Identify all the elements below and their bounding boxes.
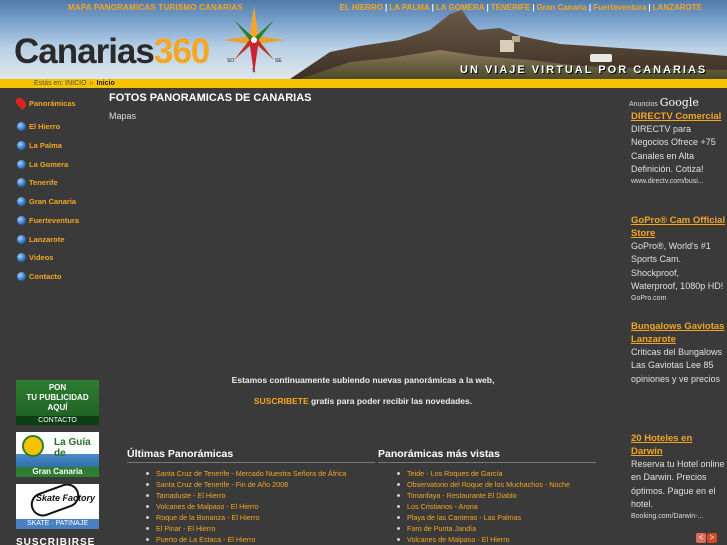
sidebar-item-lanzarote[interactable]: Lanzarote xyxy=(17,232,64,246)
subscribe-heading[interactable]: SUSCRIBIRSE xyxy=(16,537,95,545)
globe-icon xyxy=(17,177,26,187)
list-item[interactable]: Santa Cruz de Tenerife - Mercado Nuestra… xyxy=(146,468,346,479)
sidebar-item-panoramicas[interactable]: Panorámicas xyxy=(13,95,76,111)
sidebar-item-videos[interactable]: Videos xyxy=(17,250,53,264)
sidebar-item-la-gomera[interactable]: La Gomera xyxy=(17,157,68,171)
sidebar-item-gran-canaria[interactable]: Gran Canaria xyxy=(17,194,76,208)
page-title: FOTOS PANORAMICAS DE CANARIAS xyxy=(109,92,312,104)
ad-item[interactable]: GoPro® Cam Official Store GoPro®, World'… xyxy=(631,214,726,304)
ad-title-link[interactable]: DIRECTV Comercial xyxy=(631,110,726,123)
ad-description: DIRECTV para Negocios Ofrece +75 Canales… xyxy=(631,124,716,175)
banner-skate-factory[interactable]: Skate Factory SKATE · PATINAJE xyxy=(16,484,99,529)
globe-icon xyxy=(17,159,26,169)
page: MAPA PANORAMICAS TURISMO CANARIAS EL HIE… xyxy=(0,0,727,545)
nav-fuerteventura[interactable]: Fuerteventura xyxy=(593,3,646,12)
banner-guia-gran-canaria[interactable]: La Guía de Gran Canaria xyxy=(16,432,99,477)
ad-description: Criticas del Bungalows Las Gaviotas Lee … xyxy=(631,347,723,384)
map-pin-icon xyxy=(13,95,29,111)
globe-icon xyxy=(17,215,26,225)
ad-pagination: < > xyxy=(696,533,717,543)
breadcrumb-separator: » xyxy=(89,80,94,87)
list-item[interactable]: Faro de Punta Jandía xyxy=(397,523,570,534)
ad-item[interactable]: DIRECTV Comercial DIRECTV para Negocios … xyxy=(631,110,726,187)
ad-title-link[interactable]: GoPro® Cam Official Store xyxy=(631,214,726,240)
breadcrumb-home-link[interactable]: Estás en: INICIO xyxy=(34,80,87,87)
notice-subscribe: SUSCRIBETE gratis para poder recibir las… xyxy=(253,396,473,406)
ad-item[interactable]: 20 Hoteles en Darwin Reserva tu Hotel on… xyxy=(631,432,726,522)
list-item[interactable]: Timanfaya - Restaurante El Diablo xyxy=(397,490,570,501)
site-header: MAPA PANORAMICAS TURISMO CANARIAS EL HIE… xyxy=(0,0,727,79)
maps-link[interactable]: Mapas xyxy=(109,111,136,121)
nav-lanzarote[interactable]: LANZAROTE xyxy=(653,3,702,12)
globe-icon xyxy=(17,140,26,150)
globe-icon xyxy=(17,252,26,262)
sidebar-item-la-palma[interactable]: La Palma xyxy=(17,138,62,152)
island-nav: EL HIERRO | LA PALMA | LA GOMERA | TENERIFE | Gr… xyxy=(339,3,702,12)
sidebar-item-tenerife[interactable]: Tenerife xyxy=(17,175,58,189)
ad-url[interactable]: www.directv.com/busi... xyxy=(631,177,726,187)
globe-icon xyxy=(17,121,26,131)
list-item[interactable]: El Pinar - El Hierro xyxy=(146,523,346,534)
notice-text: Estamos continuamente subiendo nuevas pa… xyxy=(231,375,495,385)
ad-title-link[interactable]: Bungalows Gaviotas Lanzarote xyxy=(631,320,726,346)
list-item[interactable]: Volcanes de Malpaso - El Hierro xyxy=(146,501,346,512)
list-item[interactable]: Volcanes de Malpaso - El Hierro xyxy=(397,534,570,545)
popular-panoramas-heading: Panorámicas más vistas xyxy=(378,448,596,463)
sidebar-item-fuerteventura[interactable]: Fuerteventura xyxy=(17,213,79,227)
popular-panoramas-list: Teide - Los Roques de García Observatori… xyxy=(397,468,570,545)
list-item[interactable]: Tamaduste - El Hierro xyxy=(146,490,346,501)
site-tagline: UN VIAJE VIRTUAL POR CANARIAS xyxy=(460,64,708,76)
sidebar-item-el-hierro[interactable]: El Hierro xyxy=(17,119,60,133)
ad-url[interactable]: GoPro.com xyxy=(631,294,726,304)
banner-pon-tu-publicidad[interactable]: PON TU PUBLICIDAD AQUÍ CONTACTO xyxy=(16,380,99,425)
google-ads-column: Anuncios Google DIRECTV Comercial DIRECT… xyxy=(628,92,727,545)
list-item[interactable]: Puerto de La Estaca - El Hierro xyxy=(146,534,346,545)
site-logo[interactable]: Canarias360 xyxy=(14,34,210,69)
nav-tenerife[interactable]: TENERIFE xyxy=(491,3,531,12)
sidebar: Panorámicas El Hierro La Palma La Gomera… xyxy=(0,88,105,545)
google-logo: Google xyxy=(659,96,699,109)
list-item[interactable]: Santa Cruz de Tenerife - Fin de Año 2008 xyxy=(146,479,346,490)
guide-logo-icon xyxy=(22,435,44,457)
svg-text:SE: SE xyxy=(275,58,282,64)
globe-icon xyxy=(17,234,26,244)
latest-panoramas-heading: Últimas Panorámicas xyxy=(127,448,375,463)
list-item[interactable]: Los Cristianos - Arona xyxy=(397,501,570,512)
ad-description: Reserva tu Hotel online en Darwin. Preci… xyxy=(631,459,725,510)
subscribe-link[interactable]: SUSCRIBETE xyxy=(254,396,309,406)
latest-panoramas-list: Santa Cruz de Tenerife - Mercado Nuestra… xyxy=(146,468,346,545)
globe-icon xyxy=(17,196,26,206)
svg-text:S: S xyxy=(252,68,256,74)
list-item[interactable]: Teide - Los Roques de García xyxy=(397,468,570,479)
nav-la-gomera[interactable]: LA GOMERA xyxy=(436,3,485,12)
compass-rose-icon: SO S SE xyxy=(223,6,285,74)
chevron-right-icon[interactable]: > xyxy=(707,533,717,543)
list-item[interactable]: Playa de las Canteras - Las Palmas xyxy=(397,512,570,523)
breadcrumb: Estás en: INICIO» Inicio xyxy=(34,79,115,88)
ad-title-link[interactable]: 20 Hoteles en Darwin xyxy=(631,432,726,458)
ads-by-google-label[interactable]: Anuncios Google xyxy=(629,96,699,109)
svg-text:SO: SO xyxy=(227,58,234,64)
list-item[interactable]: Roque de la Bonanza - El Hierro xyxy=(146,512,346,523)
ad-url[interactable]: Booking.com/Darwin-... xyxy=(631,512,726,522)
nav-gran-canaria[interactable]: Gran Canaria xyxy=(537,3,587,12)
globe-icon xyxy=(17,271,26,281)
chevron-left-icon[interactable]: < xyxy=(696,533,706,543)
top-home-link[interactable]: MAPA PANORAMICAS TURISMO CANARIAS xyxy=(68,3,243,12)
sidebar-item-contacto[interactable]: Contacto xyxy=(17,269,62,283)
ad-item[interactable]: Bungalows Gaviotas Lanzarote Criticas de… xyxy=(631,320,726,428)
ad-description: GoPro®, World's #1 Sports Cam. Shockproo… xyxy=(631,241,724,292)
nav-el-hierro[interactable]: EL HIERRO xyxy=(340,3,383,12)
breadcrumb-current: Inicio xyxy=(96,80,115,87)
list-item[interactable]: Observatorio del Roque de los Muchachos … xyxy=(397,479,570,490)
nav-la-palma[interactable]: LA PALMA xyxy=(389,3,429,12)
